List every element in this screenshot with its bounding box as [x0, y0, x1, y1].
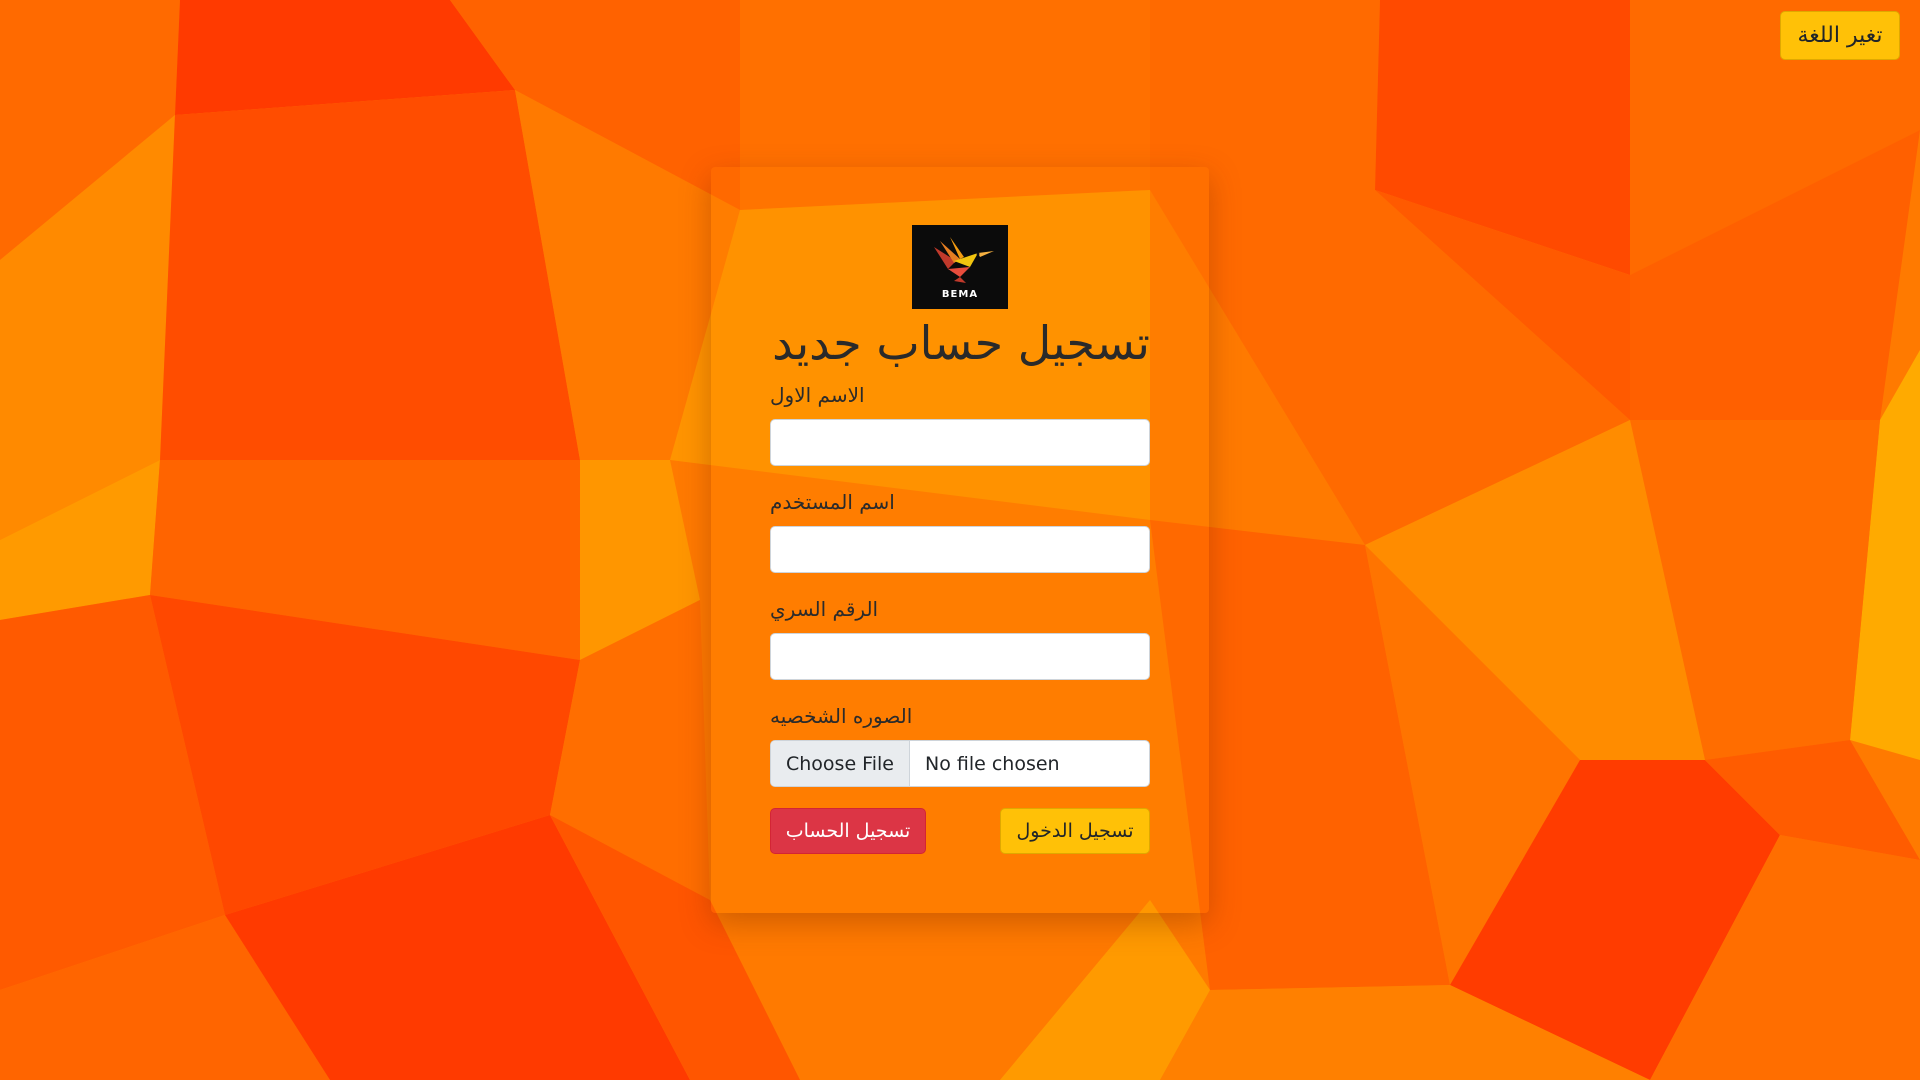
first-name-label: الاسم الاول [770, 383, 865, 407]
password-label: الرقم السري [770, 597, 879, 621]
logo-text: BEMA [941, 289, 979, 300]
page-title: تسجيل حساب جديد [772, 316, 1150, 370]
hummingbird-logo-icon [934, 237, 994, 283]
username-label: اسم المستخدم [770, 490, 895, 514]
login-button[interactable]: تسجيل الدخول [1000, 808, 1150, 854]
register-button[interactable]: تسجيل الحساب [770, 808, 926, 854]
choose-file-button[interactable]: Choose File [771, 741, 910, 786]
change-language-button[interactable]: تغير اللغة [1780, 11, 1900, 60]
first-name-input[interactable] [770, 419, 1150, 466]
username-input[interactable] [770, 526, 1150, 573]
profile-photo-file-input[interactable]: Choose File No file chosen [770, 740, 1150, 787]
logo: BEMA [912, 225, 1008, 309]
password-input[interactable] [770, 633, 1150, 680]
file-name-text: No file chosen [924, 752, 1060, 775]
profile-photo-label: الصوره الشخصيه [770, 704, 913, 728]
